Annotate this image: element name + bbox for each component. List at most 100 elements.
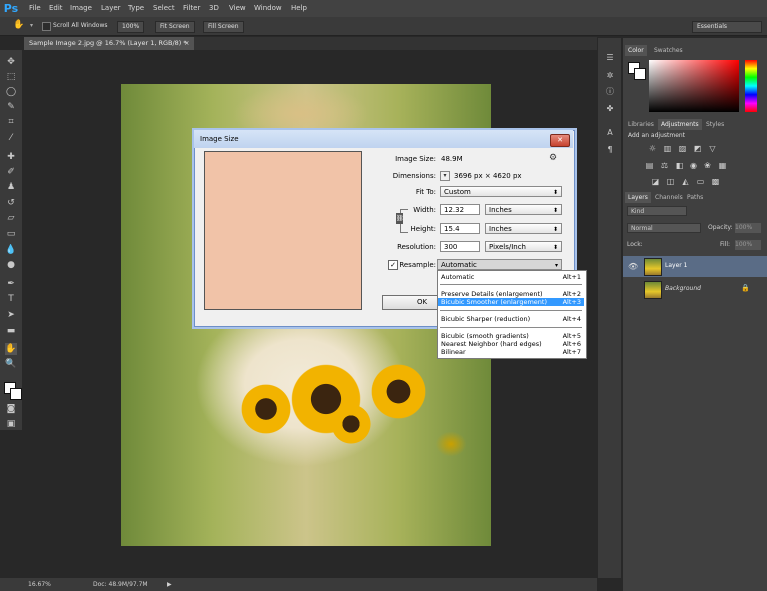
menu-3d[interactable]: 3D: [209, 0, 219, 17]
resample-option-bicubic-smoother[interactable]: Bicubic Smoother (enlargement) Alt+3: [438, 298, 584, 306]
resample-option-automatic[interactable]: Automatic Alt+1: [438, 273, 584, 281]
resolution-field[interactable]: 300: [440, 241, 480, 252]
height-unit-select[interactable]: Inches ⬍: [485, 223, 562, 234]
opacity-field[interactable]: 100%: [735, 223, 761, 233]
color-lookup-icon[interactable]: ▦: [718, 161, 727, 170]
layer-name[interactable]: Layer 1: [665, 262, 687, 269]
resample-option-nearest-neighbor[interactable]: Nearest Neighbor (hard edges) Alt+6: [438, 340, 584, 348]
layer-row[interactable]: 👁 Layer 1: [623, 256, 767, 277]
document-tab[interactable]: Sample Image 2.jpg @ 16.7% (Layer 1, RGB…: [24, 37, 194, 50]
layer-row[interactable]: Background 🔒: [623, 279, 767, 300]
brush-presets-icon[interactable]: ✤: [604, 103, 616, 114]
posterize-icon[interactable]: ◫: [666, 177, 675, 186]
vibrance-icon[interactable]: ▽: [708, 144, 717, 153]
type-tool-icon[interactable]: T: [5, 293, 17, 305]
tab-adjustments[interactable]: Adjustments: [658, 119, 702, 130]
width-field[interactable]: 12.32: [440, 204, 480, 215]
photo-filter-icon[interactable]: ◉: [689, 161, 698, 170]
layer-name[interactable]: Background: [665, 285, 701, 292]
gear-icon[interactable]: ⚙: [549, 153, 557, 163]
menu-window[interactable]: Window: [254, 0, 282, 17]
dodge-tool-icon[interactable]: ●: [5, 259, 17, 271]
chevron-down-icon[interactable]: ▾: [30, 22, 33, 29]
healing-brush-tool-icon[interactable]: ✚: [5, 151, 17, 163]
background-color-swatch[interactable]: [634, 68, 646, 80]
menu-type[interactable]: Type: [128, 0, 144, 17]
hue-saturation-icon[interactable]: ▤: [645, 161, 654, 170]
menu-select[interactable]: Select: [153, 0, 175, 17]
lasso-tool-icon[interactable]: ◯: [5, 86, 17, 98]
properties-icon[interactable]: ✲: [604, 70, 616, 81]
tab-channels[interactable]: Channels: [652, 192, 686, 203]
menu-layer[interactable]: Layer: [101, 0, 121, 17]
gradient-map-icon[interactable]: ▭: [696, 177, 705, 186]
menu-help[interactable]: Help: [291, 0, 307, 17]
threshold-icon[interactable]: ◭: [681, 177, 690, 186]
menu-filter[interactable]: Filter: [183, 0, 200, 17]
resolution-unit-select[interactable]: Pixels/Inch ⬍: [485, 241, 562, 252]
fill-field[interactable]: 100%: [735, 240, 761, 250]
eye-icon[interactable]: 👁: [628, 262, 638, 271]
zoom-level[interactable]: 16.67%: [28, 578, 51, 591]
image-preview[interactable]: [204, 151, 362, 310]
selective-color-icon[interactable]: ▩: [711, 177, 720, 186]
invert-icon[interactable]: ◪: [651, 177, 660, 186]
eraser-tool-icon[interactable]: ▱: [5, 212, 17, 224]
tab-paths[interactable]: Paths: [684, 192, 706, 203]
black-white-icon[interactable]: ◧: [675, 161, 684, 170]
width-unit-select[interactable]: Inches ⬍: [485, 204, 562, 215]
gradient-tool-icon[interactable]: ▭: [5, 228, 17, 240]
zoom-tool-icon[interactable]: 🔍: [5, 358, 17, 370]
pen-tool-icon[interactable]: ✒: [5, 278, 17, 290]
paragraph-icon[interactable]: ¶: [604, 144, 616, 155]
tab-swatches[interactable]: Swatches: [651, 45, 686, 56]
history-icon[interactable]: ☰: [604, 52, 616, 63]
resample-option-bicubic[interactable]: Bicubic (smooth gradients) Alt+5: [438, 332, 584, 340]
fill-screen-button[interactable]: Fill Screen: [203, 21, 244, 33]
layer-filter-kind[interactable]: Kind: [627, 206, 687, 216]
move-tool-icon[interactable]: ✥: [5, 56, 17, 68]
resample-checkbox[interactable]: ✓: [388, 260, 398, 270]
resample-option-preserve-details[interactable]: Preserve Details (enlargement) Alt+2: [438, 290, 584, 298]
quick-mask-icon[interactable]: ◙: [5, 403, 17, 415]
character-icon[interactable]: A: [604, 127, 616, 138]
menu-image[interactable]: Image: [70, 0, 92, 17]
screen-mode-icon[interactable]: ▣: [5, 418, 17, 430]
resample-option-bicubic-sharper[interactable]: Bicubic Sharper (reduction) Alt+4: [438, 315, 584, 323]
menu-edit[interactable]: Edit: [49, 0, 63, 17]
fit-screen-button[interactable]: Fit Screen: [155, 21, 195, 33]
dimensions-dropdown-icon[interactable]: ▾: [440, 171, 450, 181]
resample-select[interactable]: Automatic ▾: [437, 259, 562, 270]
zoom-100-button[interactable]: 100%: [117, 21, 145, 33]
height-field[interactable]: 15.4: [440, 223, 480, 234]
eyedropper-tool-icon[interactable]: ⁄: [5, 132, 17, 144]
tab-styles[interactable]: Styles: [703, 119, 727, 130]
hand-tool-icon[interactable]: ✋: [5, 343, 17, 355]
color-balance-icon[interactable]: ⚖: [660, 161, 669, 170]
hand-icon[interactable]: ✋: [13, 20, 24, 30]
fit-to-select[interactable]: Custom ⬍: [440, 186, 562, 197]
status-menu-arrow-icon[interactable]: ▶: [167, 578, 172, 591]
scroll-all-windows-checkbox[interactable]: [42, 22, 51, 31]
brightness-icon[interactable]: ☼: [648, 144, 657, 153]
marquee-tool-icon[interactable]: ⬚: [5, 71, 17, 83]
crop-tool-icon[interactable]: ⌗: [5, 116, 17, 128]
info-icon[interactable]: ⓘ: [604, 86, 616, 97]
quick-select-tool-icon[interactable]: ✎: [5, 101, 17, 113]
levels-icon[interactable]: ▥: [663, 144, 672, 153]
exposure-icon[interactable]: ◩: [693, 144, 702, 153]
tab-color[interactable]: Color: [625, 45, 647, 56]
resample-option-bilinear[interactable]: Bilinear Alt+7: [438, 348, 584, 356]
hue-slider[interactable]: [745, 60, 757, 112]
dialog-close-button[interactable]: ✕: [550, 134, 570, 147]
curves-icon[interactable]: ▨: [678, 144, 687, 153]
tab-layers[interactable]: Layers: [625, 192, 651, 203]
menu-file[interactable]: File: [29, 0, 41, 17]
channel-mixer-icon[interactable]: ❀: [703, 161, 712, 170]
background-color-swatch[interactable]: [10, 388, 22, 400]
chain-link-icon[interactable]: ⛓: [396, 213, 404, 224]
workspace-select[interactable]: Essentials: [692, 21, 762, 33]
close-icon[interactable]: ×: [184, 37, 189, 50]
color-field[interactable]: [649, 60, 739, 112]
clone-stamp-tool-icon[interactable]: ♟: [5, 181, 17, 193]
